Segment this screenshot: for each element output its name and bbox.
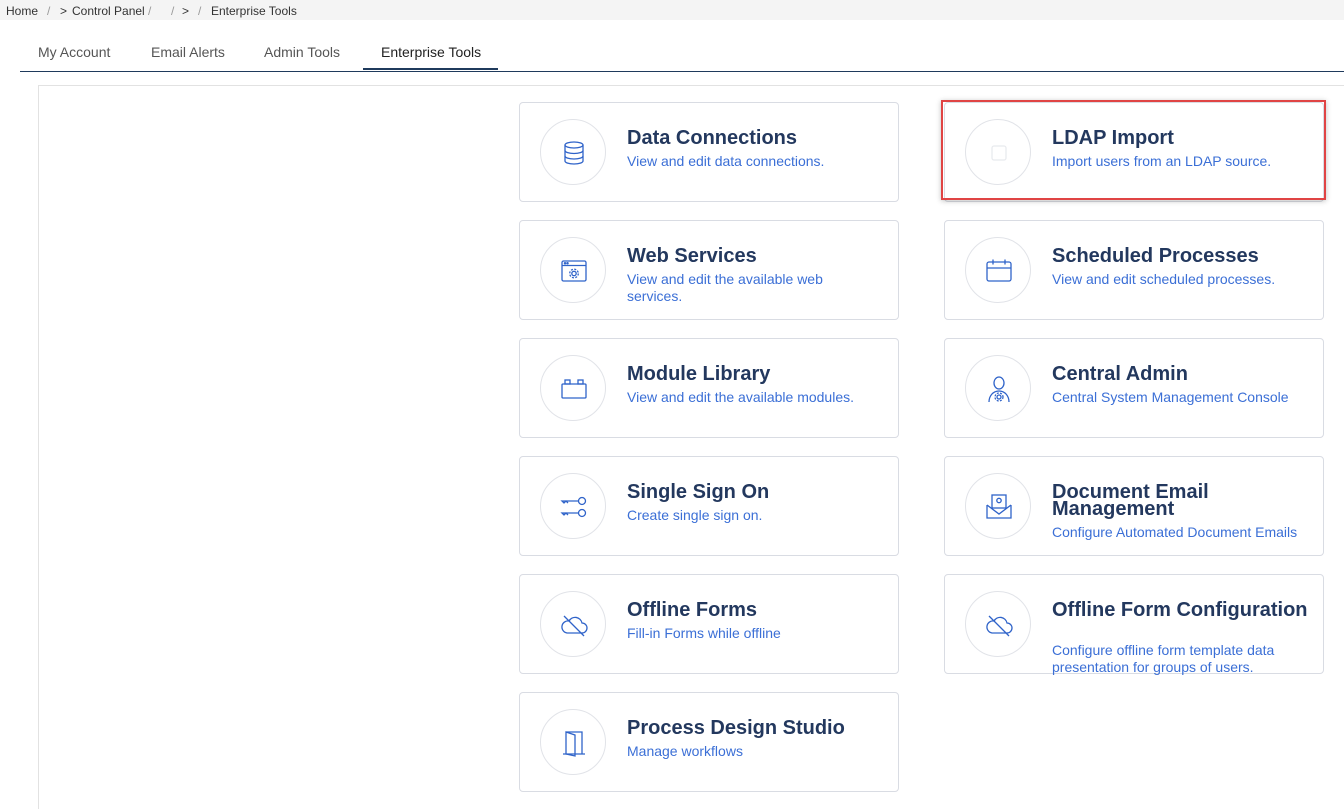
tab-admin-tools[interactable]: Admin Tools <box>264 44 340 60</box>
database-icon <box>564 141 584 165</box>
card-single-sign-on[interactable]: Single Sign On Create single sign on. <box>519 456 899 556</box>
breadcrumb-current: Enterprise Tools <box>211 4 297 18</box>
admin-user-gear-icon <box>988 376 1010 403</box>
card-icon-circle <box>965 591 1031 657</box>
card-description: View and edit the available web services… <box>627 271 823 304</box>
card-title: Offline Form Configuration <box>1052 599 1308 621</box>
breadcrumb-arrow: > <box>182 4 190 18</box>
card-document-email-management[interactable]: Document Email Management Configure Auto… <box>944 456 1324 556</box>
tab-my-account[interactable]: My Account <box>38 44 110 60</box>
document-email-icon <box>986 494 1012 519</box>
card-module-library[interactable]: Module Library View and edit the availab… <box>519 338 899 438</box>
card-offline-forms[interactable]: Offline Forms Fill-in Forms while offlin… <box>519 574 899 674</box>
card-title: Single Sign On <box>627 481 770 503</box>
door-icon <box>563 731 585 757</box>
card-data-connections[interactable]: Data Connections View and edit data conn… <box>519 102 899 202</box>
cloud-off-icon <box>561 615 588 637</box>
card-title: Document Email Management <box>1052 481 1209 520</box>
card-icon-circle <box>540 709 606 775</box>
breadcrumb-separator: / <box>171 4 175 18</box>
web-services-icon <box>561 260 587 282</box>
card-icon-circle <box>540 591 606 657</box>
tab-enterprise-tools[interactable]: Enterprise Tools <box>381 44 481 60</box>
card-description: View and edit data connections. <box>627 153 825 169</box>
card-process-design-studio[interactable]: Process Design Studio Manage workflows <box>519 692 899 792</box>
card-title: Central Admin <box>1052 363 1188 385</box>
card-central-admin[interactable]: Central Admin Central System Management … <box>944 338 1324 438</box>
card-title: Web Services <box>627 245 757 267</box>
tab-bar: My Account Email Alerts Admin Tools Ente… <box>20 34 1344 72</box>
breadcrumb-arrow: > <box>60 4 68 18</box>
card-description: Import users from an LDAP source. <box>1052 153 1272 169</box>
card-icon-circle <box>965 473 1031 539</box>
card-icon-circle <box>965 237 1031 303</box>
tab-email-alerts[interactable]: Email Alerts <box>151 44 225 60</box>
card-web-services[interactable]: Web Services View and edit the available… <box>519 220 899 320</box>
breadcrumb-separator: / <box>148 4 152 18</box>
card-icon-circle <box>965 119 1031 185</box>
card-title: LDAP Import <box>1052 127 1174 149</box>
card-icon-circle <box>540 473 606 539</box>
card-icon-circle <box>540 355 606 421</box>
card-description: View and edit the available modules. <box>627 389 855 405</box>
breadcrumb: Home / > Control Panel / / > / Enterpris… <box>0 0 1344 20</box>
module-icon <box>561 379 587 399</box>
card-title: Scheduled Processes <box>1052 245 1259 267</box>
ldap-icon <box>991 145 1007 161</box>
card-title: Data Connections <box>627 127 798 149</box>
breadcrumb-home[interactable]: Home <box>6 4 38 18</box>
card-title: Offline Forms <box>627 599 758 621</box>
breadcrumb-separator: / <box>47 4 51 18</box>
card-title: Process Design Studio <box>627 717 845 739</box>
breadcrumb-separator: / <box>198 4 202 18</box>
card-icon-circle <box>965 355 1031 421</box>
card-scheduled-processes[interactable]: Scheduled Processes View and edit schedu… <box>944 220 1324 320</box>
card-ldap-import[interactable]: LDAP Import Import users from an LDAP so… <box>944 102 1324 202</box>
card-description: Configure offline form template data pre… <box>1052 642 1275 675</box>
card-description: View and edit scheduled processes. <box>1052 271 1276 287</box>
card-icon-circle <box>540 237 606 303</box>
card-icon-circle <box>540 119 606 185</box>
card-description: Create single sign on. <box>627 507 763 523</box>
card-description: Fill-in Forms while offline <box>627 625 781 641</box>
card-description: Configure Automated Document Emails <box>1052 524 1298 540</box>
active-tab-indicator <box>363 68 498 70</box>
card-description: Central System Management Console <box>1052 389 1289 405</box>
card-title: Module Library <box>627 363 771 385</box>
cloud-off-icon <box>986 615 1013 637</box>
breadcrumb-control-panel[interactable]: Control Panel <box>72 4 145 18</box>
calendar-icon <box>986 259 1012 282</box>
card-offline-form-configuration[interactable]: Offline Form Configuration Configure off… <box>944 574 1324 675</box>
keys-icon <box>560 496 587 518</box>
card-description: Manage workflows <box>627 743 743 759</box>
